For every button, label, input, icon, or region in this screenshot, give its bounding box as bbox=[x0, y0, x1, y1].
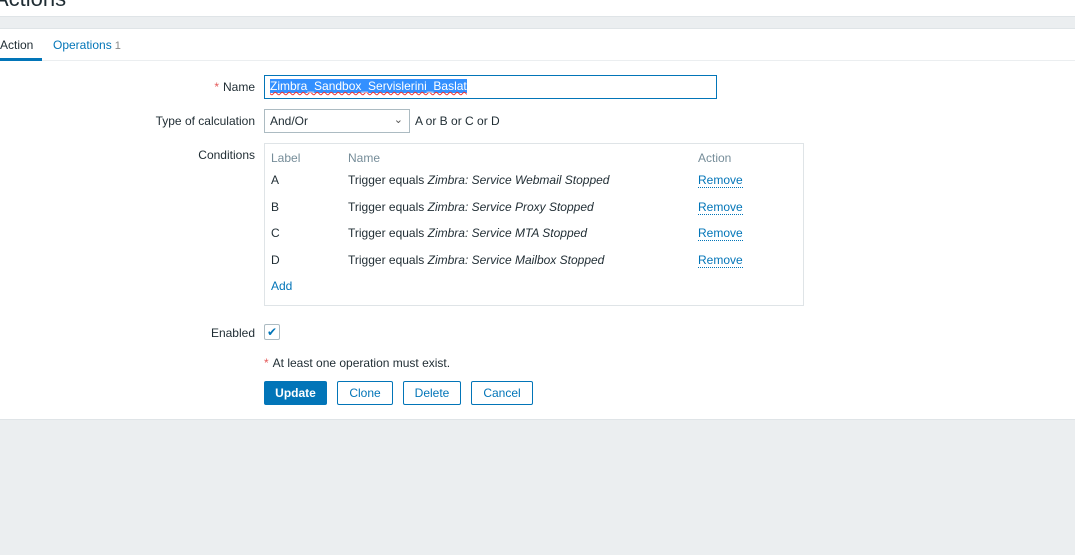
name-input-value: Zimbra_Sandbox_Servislerini_Baslat bbox=[270, 79, 467, 93]
remove-condition-link[interactable]: Remove bbox=[698, 253, 743, 268]
condition-prefix: Trigger equals bbox=[348, 226, 425, 240]
condition-label: D bbox=[271, 253, 280, 267]
cancel-button[interactable]: Cancel bbox=[471, 381, 533, 405]
col-label: Label bbox=[271, 151, 301, 165]
condition-name: Trigger equals Zimbra: Service Webmail S… bbox=[348, 173, 609, 187]
calc-type-value: And/Or bbox=[270, 114, 309, 128]
page-header: Actions bbox=[0, 0, 1075, 17]
remove-condition-link[interactable]: Remove bbox=[698, 226, 743, 241]
condition-target: Zimbra: Service MTA Stopped bbox=[427, 226, 587, 240]
name-input[interactable]: Zimbra_Sandbox_Servislerini_Baslat bbox=[264, 75, 717, 99]
condition-target: Zimbra: Service Mailbox Stopped bbox=[427, 253, 605, 267]
condition-target: Zimbra: Service Proxy Stopped bbox=[427, 200, 594, 214]
conditions-label: Conditions bbox=[198, 148, 255, 162]
add-condition-link[interactable]: Add bbox=[271, 279, 292, 293]
tab-operations-label: Operations bbox=[53, 38, 112, 52]
operations-count: 1 bbox=[114, 40, 121, 52]
enabled-label: Enabled bbox=[210, 326, 255, 340]
page-title: Actions bbox=[0, 0, 66, 12]
col-action: Action bbox=[698, 151, 732, 165]
condition-label: B bbox=[271, 200, 280, 214]
calc-type-select[interactable]: And/Or ⌄ bbox=[264, 109, 410, 133]
required-mark: * bbox=[264, 356, 269, 370]
remove-condition-link[interactable]: Remove bbox=[698, 173, 743, 188]
tab-action[interactable]: Action bbox=[0, 38, 42, 61]
update-button[interactable]: Update bbox=[264, 381, 327, 405]
condition-name: Trigger equals Zimbra: Service Proxy Sto… bbox=[348, 200, 594, 214]
chevron-down-icon: ⌄ bbox=[393, 114, 403, 126]
condition-label: C bbox=[271, 226, 280, 240]
condition-label: A bbox=[271, 173, 280, 187]
operation-note: * At least one operation must exist. bbox=[264, 356, 450, 370]
name-label-text: Name bbox=[222, 80, 255, 94]
condition-prefix: Trigger equals bbox=[348, 173, 425, 187]
clone-button[interactable]: Clone bbox=[337, 381, 393, 405]
delete-button[interactable]: Delete bbox=[403, 381, 461, 405]
condition-prefix: Trigger equals bbox=[348, 253, 425, 267]
enabled-checkbox[interactable]: ✔ bbox=[264, 324, 280, 340]
conditions-table: Label Name Action A Trigger equals Zimbr… bbox=[264, 143, 804, 306]
name-label: * Name bbox=[214, 80, 255, 94]
condition-prefix: Trigger equals bbox=[348, 200, 425, 214]
required-mark: * bbox=[214, 80, 219, 94]
col-name: Name bbox=[348, 151, 381, 165]
operation-note-text: At least one operation must exist. bbox=[272, 356, 451, 370]
tab-operations[interactable]: Operations 1 bbox=[53, 38, 121, 52]
checkmark-icon: ✔ bbox=[266, 325, 278, 339]
tab-bar: Action Operations 1 bbox=[0, 29, 1075, 61]
condition-target: Zimbra: Service Webmail Stopped bbox=[427, 173, 610, 187]
remove-condition-link[interactable]: Remove bbox=[698, 200, 743, 215]
calc-label: Type of calculation bbox=[155, 114, 255, 128]
calc-formula: A or B or C or D bbox=[415, 114, 500, 128]
condition-name: Trigger equals Zimbra: Service MTA Stopp… bbox=[348, 226, 587, 240]
condition-name: Trigger equals Zimbra: Service Mailbox S… bbox=[348, 253, 604, 267]
